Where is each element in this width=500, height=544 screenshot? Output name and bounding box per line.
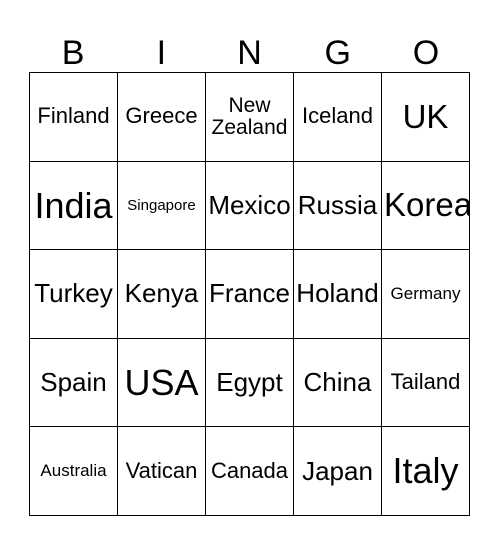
bingo-cell[interactable]: Vatican [118,427,206,516]
bingo-cell[interactable]: New Zealand [206,73,294,162]
bingo-cell-label: New Zealand [211,93,288,139]
bingo-cell-label: Korea [384,186,470,224]
bingo-cell[interactable]: Holand [294,250,382,339]
bingo-cell-label: Singapore [127,196,196,214]
bingo-cell[interactable]: India [30,161,118,251]
bingo-cell-label: Russia [297,189,378,220]
bingo-cell[interactable]: UK [382,73,470,162]
bingo-cell-label: France [209,278,290,309]
bingo-header-letter-n: N [237,34,262,72]
bingo-cell[interactable]: Turkey [30,250,118,339]
bingo-cell[interactable]: Egypt [206,338,294,428]
bingo-cell-label: UK [402,97,449,135]
bingo-cell-label: USA [124,361,199,403]
bingo-cell[interactable]: Finland [30,73,118,162]
bingo-cell-label: Kenya [124,278,199,309]
bingo-cell-label: China [303,367,372,398]
bingo-cell[interactable]: USA [118,338,206,428]
bingo-cell-label: Iceland [302,103,373,129]
bingo-cell[interactable]: Singapore [118,161,206,251]
bingo-header-row: B I N G O [29,14,470,72]
bingo-header-letter-o: O [412,34,440,72]
bingo-cell-label: India [34,184,113,226]
bingo-cell[interactable]: Germany [382,250,470,339]
bingo-cell-label: Turkey [34,278,113,309]
bingo-cell-label: Spain [40,367,107,398]
bingo-cell-label: Mexico [208,189,291,220]
bingo-cell-label: Finland [37,103,110,129]
bingo-grid: Finland Greece New Zealand Iceland UK In… [29,72,470,516]
bingo-cell[interactable]: Kenya [118,250,206,339]
bingo-cell-label: Tailand [390,369,461,395]
bingo-cell[interactable]: Spain [30,338,118,428]
bingo-cell-label: Vatican [125,457,198,483]
bingo-cell[interactable]: France [206,250,294,339]
bingo-cell-label: Canada [210,457,289,483]
bingo-cell-label: Italy [392,450,459,492]
bingo-header-letter-i: I [156,34,167,72]
bingo-cell-label: Egypt [216,367,283,398]
bingo-header-letter-b: B [61,34,85,72]
bingo-card: B I N G O Finland Greece New Zealand Ice… [29,14,470,516]
bingo-cell[interactable]: Mexico [206,161,294,251]
bingo-header-letter-g: G [324,34,351,72]
bingo-cell[interactable]: Japan [294,427,382,516]
bingo-cell[interactable]: Korea [382,161,470,251]
bingo-cell[interactable]: Greece [118,73,206,162]
bingo-cell[interactable]: Iceland [294,73,382,162]
bingo-cell[interactable]: China [294,338,382,428]
bingo-cell[interactable]: Canada [206,427,294,516]
bingo-cell-label: Greece [125,103,198,129]
bingo-cell-label: Australia [40,461,107,481]
bingo-cell[interactable]: Italy [382,427,470,516]
bingo-cell[interactable]: Russia [294,161,382,251]
bingo-cell[interactable]: Australia [30,427,118,516]
bingo-cell-label: Holand [296,278,379,309]
bingo-cell-label: Germany [390,284,461,304]
bingo-cell-label: Japan [302,455,373,486]
bingo-cell[interactable]: Tailand [382,338,470,428]
